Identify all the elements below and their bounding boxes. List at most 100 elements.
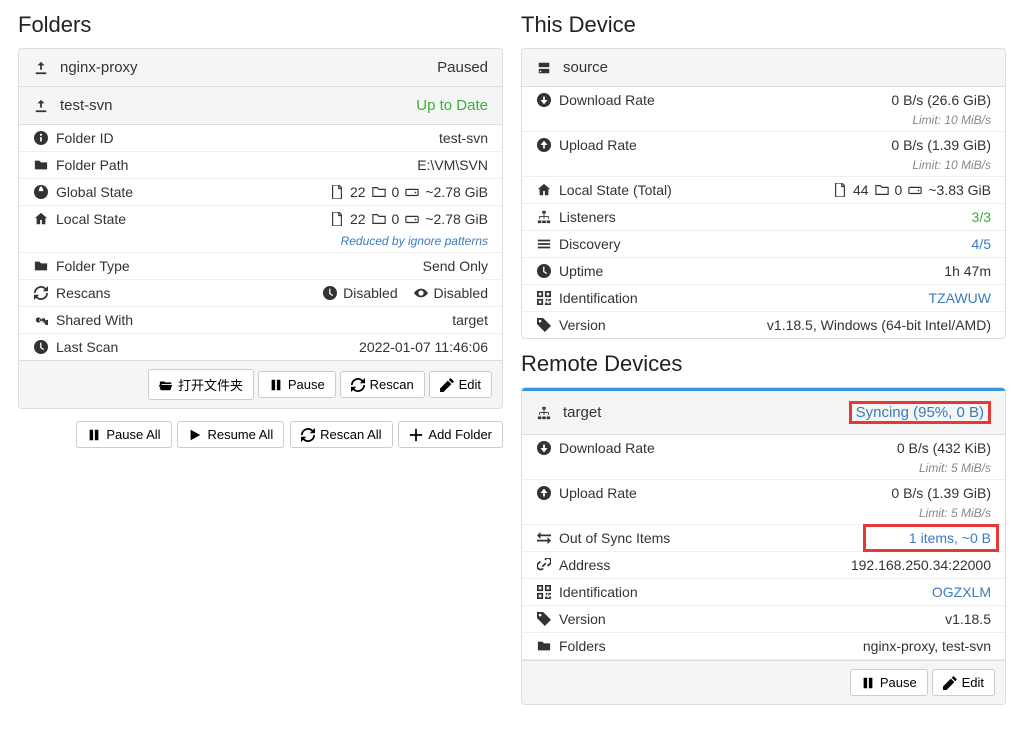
remote-devices-heading: Remote Devices bbox=[521, 351, 1006, 377]
pause-icon bbox=[87, 428, 101, 442]
play-icon bbox=[188, 428, 202, 442]
row-label: Last Scan bbox=[56, 339, 118, 355]
hdd-o-icon bbox=[908, 183, 922, 197]
reduced-note[interactable]: Reduced by ignore patterns bbox=[19, 232, 502, 253]
hdd-o-icon bbox=[405, 185, 419, 199]
remote-device-panel: target Syncing (95%, 0 B) Download Rate … bbox=[521, 387, 1006, 705]
remote-upload-row: Upload Rate 0 B/s (1.39 GiB) bbox=[522, 480, 1005, 506]
pause-button[interactable]: Pause bbox=[258, 371, 336, 398]
row-label: Shared With bbox=[56, 312, 133, 328]
hdd-icon bbox=[536, 61, 551, 75]
clock-icon bbox=[323, 286, 337, 300]
folders-global-buttons: Pause All Resume All Rescan All Add Fold… bbox=[18, 421, 503, 448]
out-of-sync-link[interactable]: 1 items, ~0 B bbox=[909, 530, 991, 546]
rescan-button[interactable]: Rescan bbox=[340, 371, 425, 398]
open-folder-button[interactable]: 打开文件夹 bbox=[148, 369, 254, 400]
remote-footer: Pause Edit bbox=[522, 660, 1005, 704]
this-device-panel: source Download Rate 0 B/s (26.6 GiB) Li… bbox=[521, 48, 1006, 339]
download-icon bbox=[536, 441, 551, 455]
folder-icon bbox=[33, 259, 48, 273]
add-folder-button[interactable]: Add Folder bbox=[398, 421, 503, 448]
edit-button[interactable]: Edit bbox=[429, 371, 492, 398]
eye-icon bbox=[414, 286, 428, 300]
remote-device-status: Syncing (95%, 0 B) bbox=[849, 401, 991, 424]
exchange-icon bbox=[536, 531, 551, 545]
folder-status: Up to Date bbox=[416, 97, 488, 114]
version-row: Version v1.18.5, Windows (64-bit Intel/A… bbox=[522, 312, 1005, 338]
this-device-heading: This Device bbox=[521, 12, 1006, 38]
folders-panel: nginx-proxy Paused test-svn Up to Date F… bbox=[18, 48, 503, 409]
discovery-link[interactable]: 4/5 bbox=[972, 236, 991, 252]
device-name: source bbox=[563, 59, 991, 76]
pause-all-button[interactable]: Pause All bbox=[76, 421, 171, 448]
row-label: Local State bbox=[56, 211, 126, 227]
link-icon bbox=[536, 558, 551, 572]
globe-icon bbox=[33, 185, 48, 199]
remote-identification-row: Identification OGZXLM bbox=[522, 579, 1005, 606]
pencil-icon bbox=[440, 378, 454, 392]
remote-edit-button[interactable]: Edit bbox=[932, 669, 995, 696]
hdd-o-icon bbox=[405, 212, 419, 226]
clock-icon bbox=[536, 264, 551, 278]
upload-icon bbox=[33, 61, 48, 75]
shared-with-value: target bbox=[452, 312, 488, 328]
home-icon bbox=[33, 212, 48, 226]
remote-device-header[interactable]: target Syncing (95%, 0 B) bbox=[522, 388, 1005, 435]
folder-name: nginx-proxy bbox=[60, 59, 425, 76]
identification-row: Identification TZAWUW bbox=[522, 285, 1005, 312]
rescans-value: Disabled Disabled bbox=[323, 285, 488, 301]
local-state-row: Local State (Total) 44 0 ~3.83 GiB bbox=[522, 177, 1005, 204]
folder-item-testsvn[interactable]: test-svn Up to Date bbox=[19, 87, 502, 125]
folder-name: test-svn bbox=[60, 97, 404, 114]
row-label: Folder Type bbox=[56, 258, 130, 274]
local-state-value: 22 0 ~2.78 GiB bbox=[330, 211, 488, 227]
address-row: Address 192.168.250.34:22000 bbox=[522, 552, 1005, 579]
folder-open-icon bbox=[159, 378, 173, 392]
refresh-icon bbox=[33, 286, 48, 300]
info-icon bbox=[33, 131, 48, 145]
device-header[interactable]: source bbox=[522, 49, 1005, 87]
folder-o-icon bbox=[372, 212, 386, 226]
folder-item-nginx[interactable]: nginx-proxy Paused bbox=[19, 49, 502, 87]
file-icon bbox=[833, 183, 847, 197]
file-icon bbox=[330, 212, 344, 226]
refresh-icon bbox=[351, 378, 365, 392]
clock-icon bbox=[33, 340, 48, 354]
folders-heading: Folders bbox=[18, 12, 503, 38]
net-icon bbox=[536, 406, 551, 420]
pause-icon bbox=[861, 676, 875, 690]
qr-icon bbox=[536, 585, 551, 599]
sitemap-icon bbox=[536, 210, 551, 224]
download-icon bbox=[536, 93, 551, 107]
last-scan-value: 2022-01-07 11:46:06 bbox=[359, 339, 488, 355]
refresh-icon bbox=[301, 428, 315, 442]
folder-o-icon bbox=[372, 185, 386, 199]
remote-device-name: target bbox=[563, 404, 837, 421]
folder-o-icon bbox=[875, 183, 889, 197]
folder-path-value: E:\VM\SVN bbox=[417, 157, 488, 173]
global-state-value: 22 0 ~2.78 GiB bbox=[330, 184, 488, 200]
tag-icon bbox=[536, 612, 551, 626]
remote-upload-limit: Limit: 5 MiB/s bbox=[522, 506, 1005, 524]
resume-all-button[interactable]: Resume All bbox=[177, 421, 284, 448]
upload-limit: Limit: 10 MiB/s bbox=[522, 158, 1005, 176]
folder-status: Paused bbox=[437, 59, 488, 76]
remote-folders-row: Folders nginx-proxy, test-svn bbox=[522, 633, 1005, 660]
listeners-link[interactable]: 3/3 bbox=[972, 209, 991, 225]
file-icon bbox=[330, 185, 344, 199]
upload-icon bbox=[33, 99, 48, 113]
folder-icon bbox=[33, 158, 48, 172]
row-label: Folder ID bbox=[56, 130, 114, 146]
upload-cloud-icon bbox=[536, 486, 551, 500]
identification-link[interactable]: TZAWUW bbox=[929, 290, 991, 306]
download-limit: Limit: 10 MiB/s bbox=[522, 113, 1005, 131]
discovery-row: Discovery 4/5 bbox=[522, 231, 1005, 258]
folder-type-value: Send Only bbox=[423, 258, 488, 274]
upload-rate-row: Upload Rate 0 B/s (1.39 GiB) bbox=[522, 132, 1005, 158]
remote-pause-button[interactable]: Pause bbox=[850, 669, 928, 696]
rescan-all-button[interactable]: Rescan All bbox=[290, 421, 392, 448]
pause-icon bbox=[269, 378, 283, 392]
plus-icon bbox=[409, 428, 423, 442]
download-rate-row: Download Rate 0 B/s (26.6 GiB) bbox=[522, 87, 1005, 113]
remote-identification-link[interactable]: OGZXLM bbox=[932, 584, 991, 600]
